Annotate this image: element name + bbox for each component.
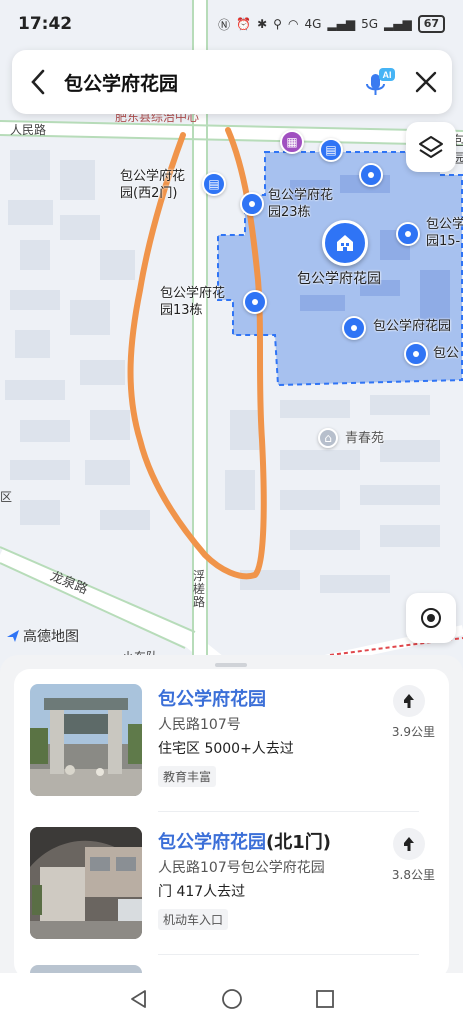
building-pin[interactable]	[240, 192, 264, 216]
poi-label-east3[interactable]: 包公	[433, 345, 459, 362]
close-button[interactable]	[400, 50, 452, 114]
building-pin[interactable]	[342, 316, 366, 340]
recents-square-icon[interactable]	[314, 988, 336, 1010]
poi-label-west-gate[interactable]: 包公学府花 园(西2门)	[120, 168, 185, 202]
locate-icon	[421, 608, 441, 628]
battery-indicator: 67	[417, 15, 445, 33]
status-icons: Ⓝ ⏰ ✱ ⚲ ◠ 4G ▂▄▆ 5G ▂▄▆ 67	[218, 15, 445, 33]
sheet-drag-handle[interactable]	[215, 663, 247, 667]
poi-label-main[interactable]: 包公学府花园	[297, 271, 381, 288]
map-logo-text: 高德地图	[23, 629, 79, 645]
signal-4g: 4G	[304, 17, 322, 31]
residential-main-pin[interactable]	[322, 220, 368, 266]
road-label-fuchu: 浮 槎 路	[193, 569, 206, 609]
home-circle-icon[interactable]	[220, 987, 244, 1011]
poi-label-east2[interactable]: 包公学府花园	[373, 318, 451, 335]
poi-label-qingchun[interactable]: 青春苑	[345, 430, 384, 447]
layers-button[interactable]	[406, 122, 456, 172]
result-address: 人民路107号	[158, 717, 241, 733]
system-nav-bar	[0, 973, 463, 1024]
residential-pin-icon[interactable]: ⌂	[318, 428, 338, 448]
signal-icon: ▂▄▆	[384, 17, 412, 31]
building-pin[interactable]	[396, 222, 420, 246]
back-button[interactable]	[12, 50, 64, 114]
result-info: 门 417人去过	[158, 884, 246, 900]
search-bar[interactable]: 包公学府花园 AI	[12, 50, 452, 114]
result-photo[interactable]	[30, 827, 142, 939]
results-card: 包公学府花园 人民路107号 住宅区 5000+人去过 教育丰富 3.9公里 包…	[14, 669, 449, 979]
close-icon	[415, 71, 437, 93]
ai-mic-icon: AI	[366, 68, 395, 95]
result-distance: 3.9公里	[391, 725, 435, 739]
gate-photo	[30, 827, 142, 939]
result-info: 住宅区 5000+人去过	[158, 741, 294, 757]
poi-label-east[interactable]: 包公学 园15-	[426, 216, 463, 250]
shop-pin-icon[interactable]: ▦	[280, 130, 304, 154]
result-photo[interactable]	[30, 684, 142, 796]
search-query[interactable]: 包公学府花园	[64, 69, 356, 96]
route-arrow-icon	[404, 694, 414, 708]
result-tag: 教育丰富	[158, 766, 217, 787]
poi-label-bldg23[interactable]: 包公学府花 园23栋	[268, 187, 333, 221]
map-logo: 高德地图	[6, 626, 79, 646]
building-pin[interactable]	[359, 163, 383, 187]
building-pin[interactable]	[404, 342, 428, 366]
result-title[interactable]: 包公学府花园	[158, 685, 266, 711]
gate-pin-icon[interactable]: ▤	[319, 138, 343, 162]
result-tag: 机动车入口	[158, 909, 229, 930]
locate-button[interactable]	[406, 593, 456, 643]
result-distance: 3.8公里	[391, 868, 435, 882]
navigate-button[interactable]	[393, 828, 425, 860]
ai-badge-text: AI	[383, 70, 392, 80]
building-icon	[337, 235, 353, 251]
bluetooth-icon: ✱	[257, 17, 268, 31]
nfc-icon: Ⓝ	[218, 17, 231, 32]
gate-photo	[30, 684, 142, 796]
ai-voice-button[interactable]: AI	[356, 60, 400, 104]
map-label-left-edge: 区	[0, 490, 13, 504]
amap-logo-icon	[7, 630, 19, 642]
back-triangle-icon[interactable]	[128, 988, 150, 1010]
gate-pin-icon[interactable]: ▤	[202, 172, 226, 196]
road-label-renmin: 人民路	[10, 123, 47, 137]
layers-icon	[419, 136, 443, 158]
navigate-button[interactable]	[393, 685, 425, 717]
signal-icon: ▂▄▆	[327, 17, 356, 31]
result-item[interactable]: 包公学府花园(北1门) 人民路107号包公学府花园 门 417人去过 机动车入口…	[30, 812, 435, 940]
route-arrow-icon	[404, 837, 414, 851]
status-time: 17:42	[18, 14, 73, 34]
result-item[interactable]: 包公学府花园 人民路107号 住宅区 5000+人去过 教育丰富 3.9公里	[30, 669, 435, 797]
alarm-icon: ⏰	[236, 17, 252, 31]
result-address: 人民路107号包公学府花园	[158, 860, 325, 876]
location-icon: ⚲	[273, 17, 282, 31]
status-bar: 17:42 Ⓝ ⏰ ✱ ⚲ ◠ 4G ▂▄▆ 5G ▂▄▆ 67	[0, 0, 463, 48]
poi-label-bldg13[interactable]: 包公学府花 园13栋	[160, 285, 225, 319]
wifi-icon: ◠	[287, 17, 299, 31]
chevron-left-icon	[31, 69, 45, 95]
result-title[interactable]: 包公学府花园(北1门)	[158, 828, 331, 854]
result-divider	[158, 954, 419, 955]
results-sheet[interactable]: 包公学府花园 人民路107号 住宅区 5000+人去过 教育丰富 3.9公里 包…	[0, 655, 463, 979]
building-pin[interactable]	[243, 290, 267, 314]
signal-5g: 5G	[361, 17, 378, 31]
